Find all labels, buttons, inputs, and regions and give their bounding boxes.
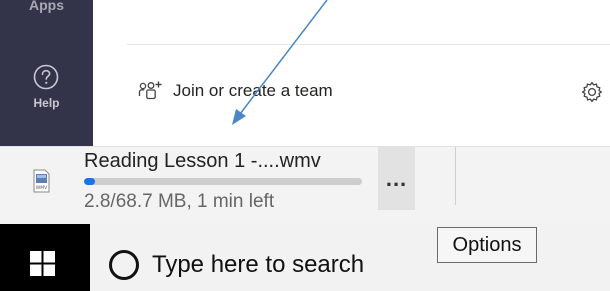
separator [455,147,456,205]
cortana-icon [109,250,139,280]
help-icon [33,64,59,90]
options-tooltip: Options [437,227,537,263]
file-type-label: WMV [36,185,48,191]
add-team-icon [138,81,162,100]
download-options-button[interactable]: ... [378,147,415,210]
rail-item-help[interactable]: Help [0,60,93,120]
download-status: 2.8/68.7 MB, 1 min left [84,191,275,212]
rail-item-help-label: Help [33,96,60,110]
join-or-create-team-label: Join or create a team [173,81,333,100]
search-placeholder: Type here to search [152,251,365,278]
teams-app-bar: Apps Help [0,0,93,146]
download-progress-fill [84,178,96,185]
teams-main-pane: Join or create a team [93,0,610,146]
rail-item-apps[interactable]: Apps [0,0,93,42]
divider [127,44,610,45]
gear-icon[interactable] [580,80,604,104]
download-shelf: WMV Reading Lesson 1 -....wmv 2.8/68.7 M… [0,146,610,225]
wmv-file-icon: WMV [33,169,50,193]
join-or-create-team-button[interactable]: Join or create a team [137,78,333,104]
download-file-name[interactable]: Reading Lesson 1 -....wmv [84,150,321,173]
more-options-icon: ... [385,165,408,191]
start-button[interactable] [0,224,90,291]
rail-item-apps-label: Apps [29,0,64,13]
download-progress-bar [84,178,362,185]
windows-logo-icon [30,251,55,276]
